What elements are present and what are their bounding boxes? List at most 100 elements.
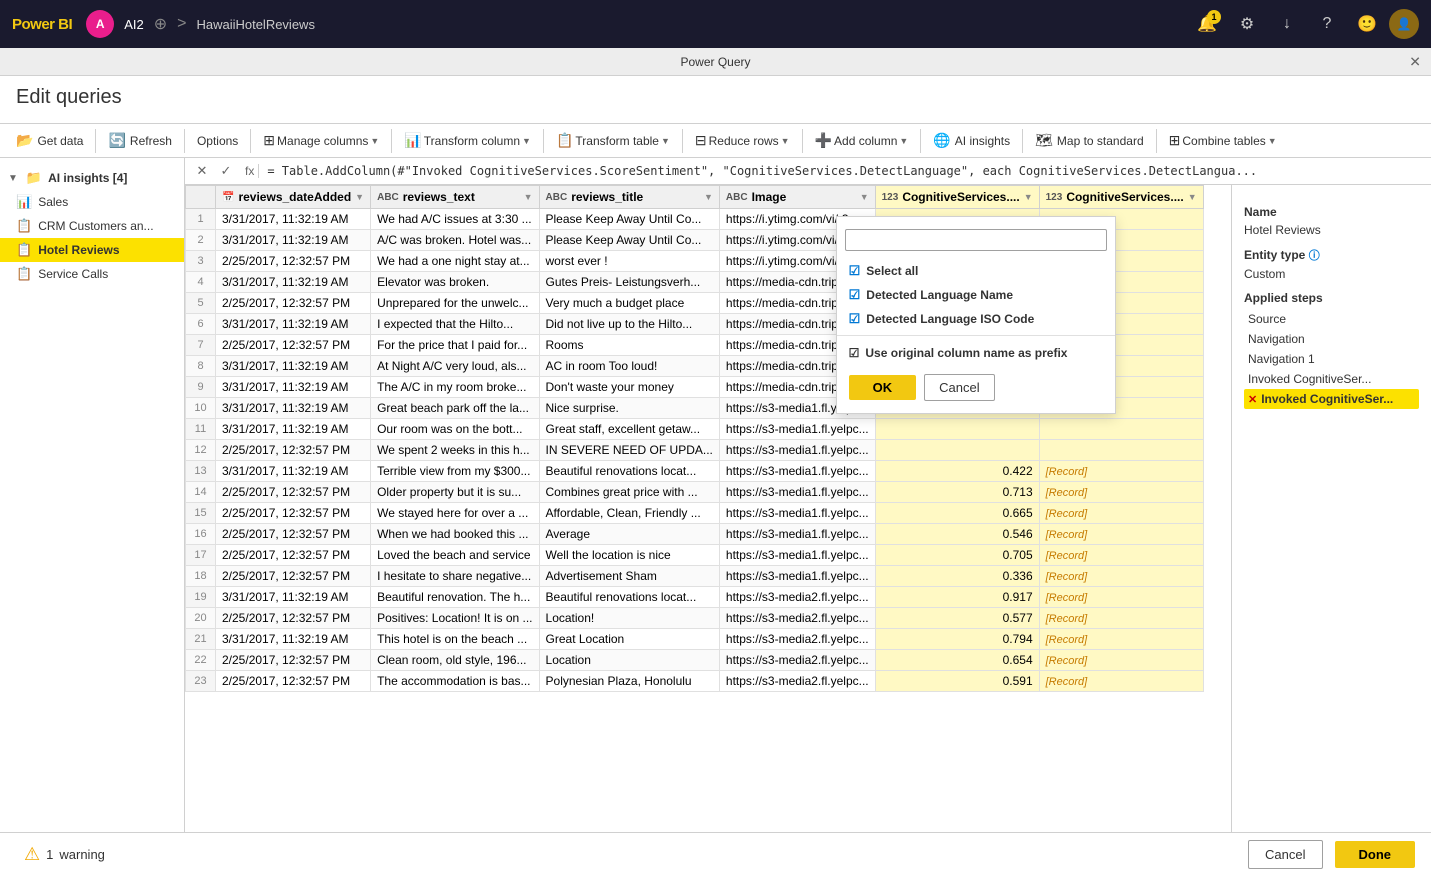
help-button[interactable]: ? xyxy=(1309,6,1345,42)
record-badge: [Record] xyxy=(1046,466,1088,478)
step-source[interactable]: Source xyxy=(1244,309,1419,329)
table-cell: 0.591 xyxy=(875,671,1039,692)
col-header-text[interactable]: ABC reviews_text ▼ xyxy=(371,186,539,209)
combine-caret: ▼ xyxy=(1268,136,1277,146)
table-cell: https://s3-media1.fl.yelpc... xyxy=(719,440,875,461)
table-cell: 0.713 xyxy=(875,482,1039,503)
table-cell: Advertisement Sham xyxy=(539,566,719,587)
pq-title-label: Power Query xyxy=(680,55,750,69)
record-badge: [Record] xyxy=(1046,592,1088,604)
add-column-label: Add column xyxy=(834,134,897,148)
table-cell: [Record] xyxy=(1039,608,1203,629)
col-header-image[interactable]: ABC Image ▼ xyxy=(719,186,875,209)
options-button[interactable]: Options xyxy=(189,130,246,152)
table-cell: Please Keep Away Until Co... xyxy=(539,209,719,230)
transform-column-button[interactable]: 📊 Transform column ▼ xyxy=(396,128,539,153)
download-button[interactable]: ↓ xyxy=(1269,6,1305,42)
dropdown-lang-name[interactable]: ☑ Detected Language Name xyxy=(837,283,1115,307)
table-cell: 0.546 xyxy=(875,524,1039,545)
table-cell: https://s3-media1.fl.yelpc... xyxy=(719,545,875,566)
table-cell: Great beach park off the la... xyxy=(371,398,539,419)
step-x-icon[interactable]: ✕ xyxy=(1248,393,1257,406)
table-cell: IN SEVERE NEED OF UPDA... xyxy=(539,440,719,461)
formula-confirm-btn[interactable]: ✓ xyxy=(215,160,237,182)
dropdown-cancel-button[interactable]: Cancel xyxy=(924,374,994,401)
sidebar-item-hotel-reviews[interactable]: 📋 Hotel Reviews xyxy=(0,238,184,262)
add-column-button[interactable]: ➕ Add column ▼ xyxy=(807,128,917,153)
sidebar-item-sales[interactable]: 📊 Sales xyxy=(0,190,184,214)
pq-grid-container[interactable]: 📅 reviews_dateAdded ▼ ABC reviews_text xyxy=(185,185,1231,832)
table-row: 162/25/2017, 12:32:57 PMWhen we had book… xyxy=(186,524,1204,545)
col-filter-title[interactable]: ▼ xyxy=(704,192,713,202)
table-cell: 3/31/2017, 11:32:19 AM xyxy=(216,587,371,608)
emoji-button[interactable]: 🙂 xyxy=(1349,6,1385,42)
table-cell: Great Location xyxy=(539,629,719,650)
row-number: 5 xyxy=(186,293,216,314)
record-badge: [Record] xyxy=(1046,508,1088,520)
formula-bar: ✕ ✓ fx xyxy=(185,158,1431,185)
col-filter-cog1[interactable]: ▼ xyxy=(1024,192,1033,202)
transform-table-label: Transform table xyxy=(575,134,659,148)
pq-close-button[interactable]: ✕ xyxy=(1409,53,1421,70)
table-cell: Average xyxy=(539,524,719,545)
reduce-rows-button[interactable]: ⊟ Reduce rows ▼ xyxy=(687,128,798,153)
toolbar-sep-9 xyxy=(1022,129,1023,153)
col-filter-image[interactable]: ▼ xyxy=(860,192,869,202)
table-cell: 2/25/2017, 12:32:57 PM xyxy=(216,293,371,314)
row-number: 9 xyxy=(186,377,216,398)
notification-button[interactable]: 🔔 1 xyxy=(1189,6,1225,42)
sidebar-item-service-calls[interactable]: 📋 Service Calls xyxy=(0,262,184,286)
table-cell: Beautiful renovations locat... xyxy=(539,461,719,482)
service-label: Service Calls xyxy=(38,267,108,281)
step-navigation[interactable]: Navigation xyxy=(1244,329,1419,349)
record-badge: [Record] xyxy=(1046,676,1088,688)
user-profile-avatar[interactable]: 👤 xyxy=(1389,9,1419,39)
col-filter-cog2[interactable]: ▼ xyxy=(1188,192,1197,202)
row-number: 4 xyxy=(186,272,216,293)
col-filter-text[interactable]: ▼ xyxy=(524,192,533,202)
dropdown-lang-iso[interactable]: ☑ Detected Language ISO Code xyxy=(837,307,1115,331)
refresh-icon: 🔄 xyxy=(108,132,125,149)
dropdown-search-input[interactable] xyxy=(845,229,1107,251)
col-header-date[interactable]: 📅 reviews_dateAdded ▼ xyxy=(216,186,371,209)
table-cell: 0.794 xyxy=(875,629,1039,650)
transform-table-button[interactable]: 📋 Transform table ▼ xyxy=(548,128,678,153)
manage-columns-button[interactable]: ⊞ Manage columns ▼ xyxy=(255,128,387,153)
sidebar-group-ai-insights[interactable]: ▼ 📁 AI insights [4] xyxy=(0,166,184,190)
table-row: 122/25/2017, 12:32:57 PMWe spent 2 weeks… xyxy=(186,440,1204,461)
combine-tables-button[interactable]: ⊞ Combine tables ▼ xyxy=(1161,128,1285,153)
table-cell: 2/25/2017, 12:32:57 PM xyxy=(216,335,371,356)
map-to-standard-button[interactable]: 🗺 Map to standard xyxy=(1027,128,1152,153)
col-header-cog2[interactable]: 123 CognitiveServices.... ▼ xyxy=(1039,186,1203,209)
dropdown-select-all[interactable]: ☑ Select all xyxy=(837,259,1115,283)
dropdown-ok-button[interactable]: OK xyxy=(849,375,917,400)
step-invoked2[interactable]: ✕ Invoked CognitiveSer... xyxy=(1244,389,1419,409)
row-number: 23 xyxy=(186,671,216,692)
col-header-cog1[interactable]: 123 CognitiveServices.... ▼ ☑ xyxy=(875,186,1039,209)
bottom-cancel-button[interactable]: Cancel xyxy=(1248,840,1322,869)
refresh-button[interactable]: 🔄 Refresh xyxy=(100,128,179,153)
get-data-button[interactable]: 📂 Get data xyxy=(8,128,91,153)
col-filter-date[interactable]: ▼ xyxy=(355,192,364,202)
table-cell: Very much a budget place xyxy=(539,293,719,314)
table-cell: Location! xyxy=(539,608,719,629)
ai-insights-button[interactable]: 🌐 AI insights xyxy=(925,128,1018,153)
table-cell: 3/31/2017, 11:32:19 AM xyxy=(216,419,371,440)
table-cell xyxy=(1039,440,1203,461)
step-invoked1[interactable]: Invoked CognitiveSer... xyxy=(1244,369,1419,389)
table-cell: When we had booked this ... xyxy=(371,524,539,545)
table-cell: 2/25/2017, 12:32:57 PM xyxy=(216,251,371,272)
row-num-header xyxy=(186,186,216,209)
lang-name-label: Detected Language Name xyxy=(866,288,1013,302)
settings-button[interactable]: ⚙ xyxy=(1229,6,1265,42)
formula-cancel-btn[interactable]: ✕ xyxy=(191,160,213,182)
done-button[interactable]: Done xyxy=(1335,841,1416,868)
step-navigation1[interactable]: Navigation 1 xyxy=(1244,349,1419,369)
col-header-title[interactable]: ABC reviews_title ▼ xyxy=(539,186,719,209)
table-cell: Older property but it is su... xyxy=(371,482,539,503)
use-prefix-row[interactable]: ☑ Use original column name as prefix xyxy=(837,340,1115,366)
table-cell: The A/C in my room broke... xyxy=(371,377,539,398)
table-cell: 3/31/2017, 11:32:19 AM xyxy=(216,209,371,230)
sidebar-item-crm[interactable]: 📋 CRM Customers an... xyxy=(0,214,184,238)
formula-input[interactable] xyxy=(267,164,1425,178)
